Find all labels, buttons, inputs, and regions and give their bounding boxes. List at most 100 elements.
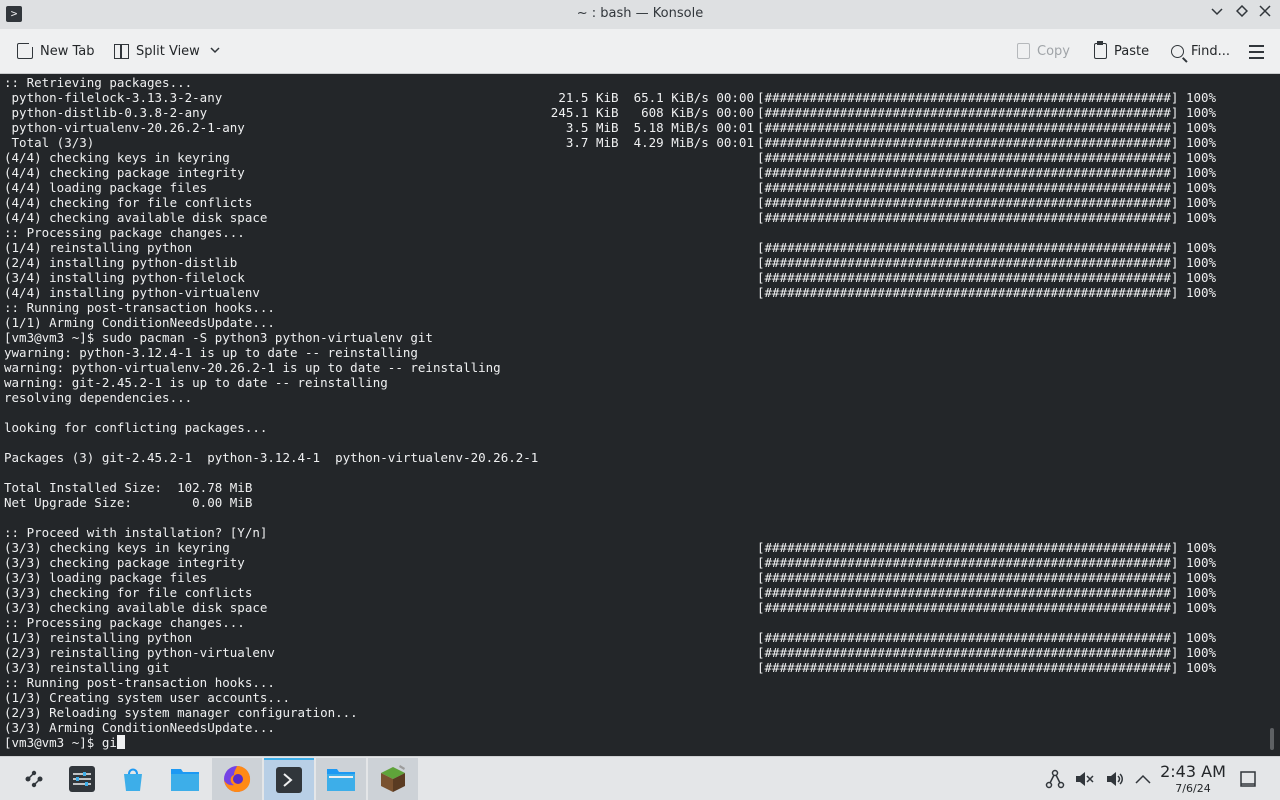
terminal-line: :: Processing package changes... [4, 225, 1266, 240]
terminal-line: python-virtualenv-20.26.2-1-any 3.5 MiB 5… [4, 120, 1266, 135]
progress-bar-text: [#######################################… [757, 210, 1217, 225]
volume-icon[interactable] [1105, 769, 1125, 789]
file-manager-icon[interactable] [160, 758, 210, 800]
progress-bar-text: [#######################################… [757, 585, 1217, 600]
terminal-line-text: :: Processing package changes... [4, 615, 245, 630]
chevron-down-icon[interactable] [1208, 5, 1226, 23]
hamburger-menu-icon[interactable] [1249, 45, 1264, 63]
terminal-line-text: :: Running post-transaction hooks... [4, 300, 275, 315]
terminal-line: (4/4) checking keys in keyring [#########… [4, 150, 1266, 165]
clock[interactable]: 2:43 AM 7/6/24 [1160, 762, 1226, 796]
progress-bar-text: [#######################################… [757, 285, 1217, 300]
terminal-line-text: (3/3) checking available disk space [4, 600, 268, 615]
text-cursor [116, 735, 125, 749]
konsole-icon[interactable] [264, 758, 314, 800]
progress-bar-text: [#######################################… [757, 195, 1217, 210]
download-stats: 3.5 MiB 5.18 MiB/s 00:01 [565, 120, 754, 135]
progress-bar-text: [#######################################… [757, 540, 1217, 555]
download-stats: 21.5 KiB 65.1 KiB/s 00:00 [558, 90, 754, 105]
terminal-line: (3/3) loading package files [############… [4, 570, 1266, 585]
terminal-line: (3/3) checking package integrity [#######… [4, 555, 1266, 570]
chevron-down-icon[interactable] [210, 46, 220, 57]
terminal-line: :: Retrieving packages... [4, 75, 1266, 90]
close-icon[interactable] [1256, 5, 1274, 23]
terminal-prompt-line[interactable]: [vm3@vm3 ~]$ gi [4, 735, 1266, 750]
dolphin-window-icon[interactable] [316, 758, 366, 800]
terminal-line-text: Total Installed Size: 102.78 MiB [4, 480, 253, 495]
copy-button[interactable]: Copy [1017, 39, 1070, 63]
terminal-line: (1/3) Creating system user accounts... [4, 690, 1266, 705]
new-tab-label: New Tab [40, 43, 95, 59]
terminal-line: Total Installed Size: 102.78 MiB [4, 480, 1266, 495]
terminal-line-text: (1/3) reinstalling python [4, 630, 193, 645]
new-tab-button[interactable]: New Tab [17, 39, 95, 63]
show-hidden-icon[interactable] [1133, 769, 1153, 789]
window-titlebar[interactable]: > ~ : bash — Konsole [0, 0, 1280, 29]
terminal-line: (2/3) reinstalling python-virtualenv [###… [4, 645, 1266, 660]
audio-muted-icon[interactable] [1074, 769, 1094, 789]
terminal-scrollbar[interactable] [1270, 728, 1274, 750]
terminal-line: :: Proceed with installation? [Y/n] [4, 525, 1266, 540]
konsole-toolbar: New Tab Split View Copy Paste Find... [0, 29, 1280, 74]
progress-bar-text: [#######################################… [757, 645, 1217, 660]
terminal-line-text: :: Running post-transaction hooks... [4, 675, 275, 690]
show-desktop-icon[interactable] [1238, 769, 1258, 789]
terminal-line-text: (3/3) checking for file conflicts [4, 585, 253, 600]
terminal-line-text: Total (3/3) [4, 135, 95, 150]
find-button[interactable]: Find... [1171, 39, 1230, 63]
terminal-line-text: (4/4) checking available disk space [4, 210, 268, 225]
application-launcher-icon[interactable] [9, 758, 59, 800]
progress-bar-text: [#######################################… [757, 255, 1217, 270]
terminal-view[interactable]: :: Retrieving packages... python-fileloc… [0, 75, 1280, 756]
terminal-output: :: Retrieving packages... python-fileloc… [4, 75, 1266, 750]
paste-button[interactable]: Paste [1094, 39, 1149, 63]
terminal-line-text: (1/4) reinstalling python [4, 240, 193, 255]
terminal-line: :: Processing package changes... [4, 615, 1266, 630]
minecraft-icon[interactable] [368, 758, 418, 800]
split-view-label: Split View [136, 43, 200, 59]
terminal-line-text: (4/4) checking package integrity [4, 165, 245, 180]
terminal-line-text: (2/4) installing python-distlib [4, 255, 238, 270]
keep-above-icon[interactable] [1233, 4, 1251, 23]
terminal-line: [vm3@vm3 ~]$ sudo pacman -S python3 pyth… [4, 330, 1266, 345]
copy-icon [1017, 43, 1030, 59]
progress-bar-text: [#######################################… [757, 630, 1217, 645]
firefox-icon[interactable] [212, 758, 262, 800]
terminal-line-text: (3/3) checking keys in keyring [4, 540, 230, 555]
terminal-line-text: ywarning: python-3.12.4-1 is up to date … [4, 345, 418, 360]
terminal-line-text: :: Processing package changes... [4, 225, 245, 240]
terminal-line-text: [vm3@vm3 ~]$ sudo pacman -S python3 pyth… [4, 330, 433, 345]
progress-bar-text: [#######################################… [757, 135, 1217, 150]
terminal-line-text: (4/4) checking keys in keyring [4, 150, 230, 165]
terminal-line-text: warning: python-virtualenv-20.26.2-1 is … [4, 360, 501, 375]
terminal-line-text: (3/3) Arming ConditionNeedsUpdate... [4, 720, 275, 735]
clock-date: 7/6/24 [1175, 782, 1211, 795]
terminal-line: (1/4) reinstalling python [##############… [4, 240, 1266, 255]
terminal-line: (4/4) checking available disk space [####… [4, 210, 1266, 225]
terminal-line: :: Running post-transaction hooks... [4, 300, 1266, 315]
terminal-line: (3/3) reinstalling git [#################… [4, 660, 1266, 675]
terminal-line: Net Upgrade Size: 0.00 MiB [4, 495, 1266, 510]
system-settings-icon[interactable] [57, 758, 107, 800]
terminal-line-text: looking for conflicting packages... [4, 420, 268, 435]
terminal-line: (2/3) Reloading system manager configura… [4, 705, 1266, 720]
terminal-line-text: (4/4) checking for file conflicts [4, 195, 253, 210]
taskbar: 2:43 AM 7/6/24 [0, 756, 1280, 800]
split-view-button[interactable]: Split View [114, 39, 220, 63]
network-icon[interactable] [1045, 769, 1065, 789]
progress-bar-text: [#######################################… [757, 180, 1217, 195]
progress-bar-text: [#######################################… [757, 270, 1217, 285]
discover-store-icon[interactable] [108, 758, 158, 800]
terminal-line-text: warning: git-2.45.2-1 is up to date -- r… [4, 375, 388, 390]
find-label: Find... [1191, 43, 1231, 59]
progress-bar-text: [#######################################… [757, 570, 1217, 585]
progress-bar-text: [#######################################… [757, 150, 1217, 165]
terminal-line: resolving dependencies... [4, 390, 1266, 405]
terminal-line-text: (1/3) Creating system user accounts... [4, 690, 290, 705]
terminal-line: (4/4) checking package integrity [#######… [4, 165, 1266, 180]
window-title: ~ : bash — Konsole [576, 6, 704, 21]
terminal-line-text: (3/3) reinstalling git [4, 660, 170, 675]
